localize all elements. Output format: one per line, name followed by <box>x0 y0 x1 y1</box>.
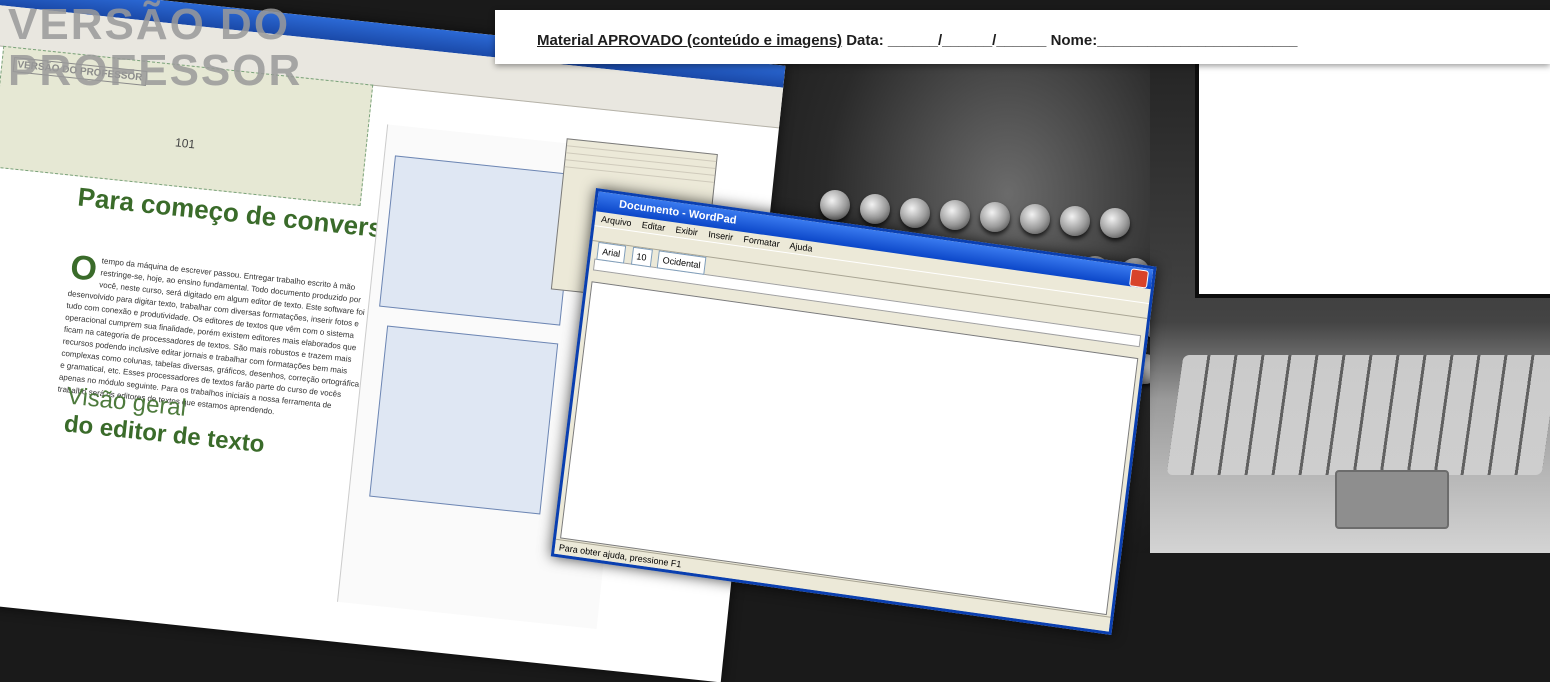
dropcap: O <box>68 248 99 289</box>
screenshot-figure-2 <box>369 325 559 515</box>
menu-arquivo[interactable]: Arquivo <box>601 214 632 228</box>
menu-editar[interactable]: Editar <box>641 220 666 233</box>
menu-exibir[interactable]: Exibir <box>675 225 699 238</box>
close-icon[interactable] <box>1129 268 1150 289</box>
approval-form-bar: Material APROVADO (conteúdo e imagens) D… <box>495 10 1550 64</box>
laptop-screen <box>1195 60 1550 298</box>
font-select[interactable]: Arial <box>596 241 627 264</box>
screenshot-figure-1 <box>379 155 576 326</box>
laptop-keyboard <box>1166 355 1550 475</box>
menu-ajuda[interactable]: Ajuda <box>789 241 813 254</box>
page-number: 101 <box>174 135 196 152</box>
approval-date[interactable]: Data: ______/______/______ <box>846 32 1046 49</box>
wordpad-window: Documento - WordPad Arquivo Editar Exibi… <box>550 188 1157 636</box>
approval-text: Material APROVADO (conteúdo e imagens) D… <box>537 32 1297 49</box>
approval-name[interactable]: Nome:________________________ <box>1051 32 1298 49</box>
approval-label: Material APROVADO (conteúdo e imagens) <box>537 32 843 49</box>
professor-version-stamp: VERSÃO DO PROFESSOR <box>8 0 303 95</box>
font-size-select[interactable]: 10 <box>630 246 653 268</box>
laptop-trackpad <box>1335 470 1449 529</box>
menu-inserir[interactable]: Inserir <box>708 229 734 242</box>
